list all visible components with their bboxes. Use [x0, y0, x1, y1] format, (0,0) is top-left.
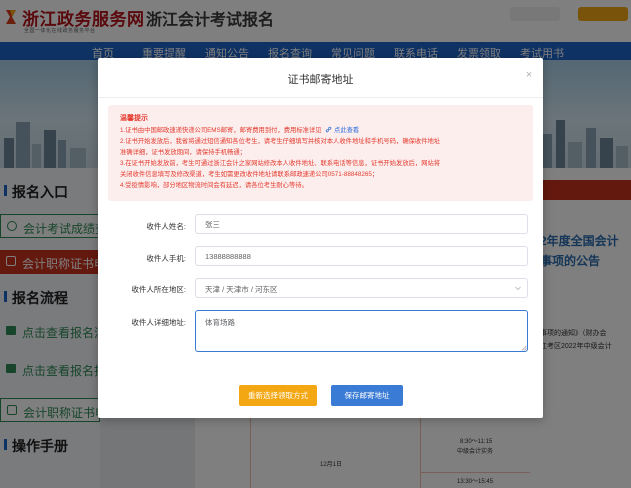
region-selected-value: 天津 / 天津市 / 河东区	[205, 285, 278, 294]
tips-line-2: 2.证书开始发放后，我省将通过短信通知各位考生，请考生仔细填写并核对本人收件地址…	[120, 138, 441, 145]
close-icon[interactable]: ×	[523, 69, 535, 81]
tips-title: 温馨提示	[120, 115, 148, 122]
recipient-name-label: 收件人姓名:	[146, 222, 186, 231]
link-icon	[325, 126, 332, 133]
tips-line-3: 准确详细，证书发放期间，请保持手机畅通；	[120, 149, 246, 156]
recipient-address-label: 收件人详细地址:	[131, 318, 186, 327]
tips-line-1-text: 1.证书由中国邮政速递快递公司EMS邮寄，邮寄费用到付，费用标准详见	[120, 127, 322, 134]
reselect-pickup-method-button[interactable]: 重新选择领取方式	[239, 385, 317, 406]
dialog-header: 证书邮寄地址 ×	[98, 58, 543, 98]
cert-mailing-address-dialog: 证书邮寄地址 × 温馨提示 1.证书由中国邮政速递快递公司EMS邮寄，邮寄费用到…	[98, 58, 543, 418]
tips-line-6: 4.受疫情影响，部分地区物流时间会有延迟，请各位考生耐心等待。	[120, 182, 308, 189]
recipient-region-select[interactable]: 天津 / 天津市 / 河东区	[195, 278, 528, 298]
dialog-title: 证书邮寄地址	[287, 74, 354, 86]
recipient-phone-label: 收件人手机:	[146, 254, 186, 263]
recipient-address-textarea[interactable]: 体育场路	[195, 310, 528, 352]
save-mailing-address-button[interactable]: 保存邮寄地址	[331, 385, 403, 406]
resize-handle-icon[interactable]	[521, 345, 527, 351]
tips-line-5: 关闭收件信息填写及修改渠道，考生如需更改收件地址请联系邮政速递公司0571-88…	[120, 171, 379, 178]
tips-line-1: 1.证书由中国邮政速递快递公司EMS邮寄，邮寄费用到付，费用标准详见 点此查看	[120, 125, 359, 134]
warm-tips-box: 温馨提示 1.证书由中国邮政速递快递公司EMS邮寄，邮寄费用到付，费用标准详见 …	[108, 105, 533, 201]
recipient-region-label: 收件人所在地区:	[131, 285, 186, 294]
tips-line-4: 3.在证书开始发放前，考生可通过浙江会计之家网站修改本人收件地址、联系电话等信息…	[120, 160, 441, 167]
recipient-name-input[interactable]	[195, 214, 528, 234]
recipient-phone-input[interactable]	[195, 246, 528, 266]
fee-standard-link[interactable]: 点此查看	[334, 127, 359, 134]
chevron-down-icon	[515, 286, 521, 291]
